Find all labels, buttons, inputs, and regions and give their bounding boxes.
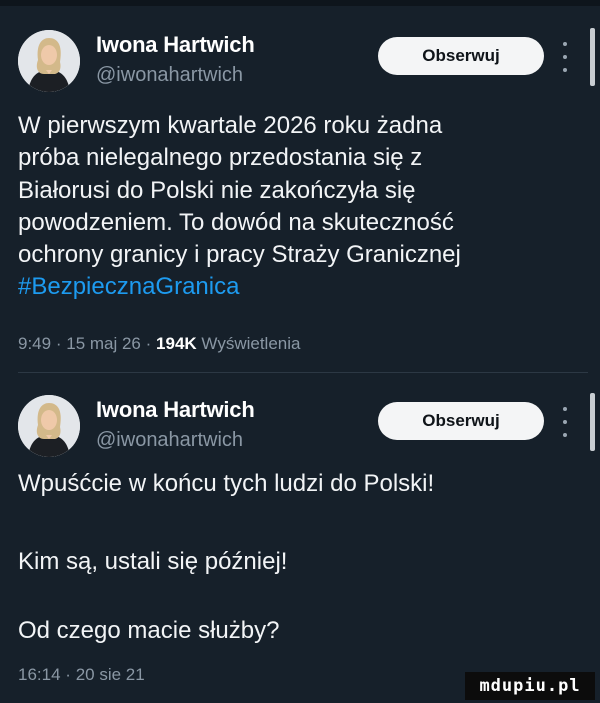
post-time[interactable]: 16:14 [18,665,61,684]
author-handle[interactable]: @iwonahartwich [96,64,243,87]
meta-separator: · [145,334,152,353]
views-label: Wyświetlenia [201,334,301,353]
post-text: W pierwszym kwartale 2026 roku żadna pró… [18,110,578,304]
more-options-icon[interactable] [560,42,570,72]
post-meta: 9:49 · 15 maj 26 · 194K Wyświetlenia [18,334,300,354]
author-name[interactable]: Iwona Hartwich [96,32,255,58]
post-text-line: Wpuśćcie w końcu tych ludzi do Polski! [18,470,435,497]
avatar[interactable] [18,30,80,92]
post-text-line: W pierwszym kwartale 2026 roku żadna [18,112,443,139]
post-text-line: ochrony granicy i pracy Straży Graniczne… [18,241,461,269]
views-count: 194K [156,334,197,353]
avatar[interactable] [18,395,80,457]
follow-button[interactable]: Obserwuj [378,37,544,75]
watermark-logo: mdupiu.pl [465,672,595,700]
post-text-line: Kim są, ustali się później! [18,548,288,575]
post-text-line: próba nielegalnego przedostania się z [18,144,423,172]
post-date[interactable]: 20 sie 21 [76,665,145,684]
post-divider [18,372,588,373]
meta-separator: · [65,665,71,684]
author-handle[interactable]: @iwonahartwich [96,429,243,452]
post-date[interactable]: 15 maj 26 [66,334,141,353]
scrollbar[interactable] [590,28,595,86]
follow-button[interactable]: Obserwuj [378,402,544,440]
post-text-line: Od czego macie służby? [18,617,280,644]
post-time[interactable]: 9:49 [18,334,51,353]
post-text-line: Białorusi do Polski nie zakończyła się [18,176,416,204]
top-bar [0,0,600,6]
post-meta: 16:14 · 20 sie 21 [18,665,145,685]
meta-separator: · [55,334,62,353]
hashtag-link[interactable]: #BezpiecznaGranica [18,271,578,303]
author-name[interactable]: Iwona Hartwich [96,397,255,423]
more-options-icon[interactable] [560,407,570,437]
scrollbar[interactable] [590,393,595,451]
post-text-line: powodzeniem. To dowód na skuteczność [18,208,454,236]
